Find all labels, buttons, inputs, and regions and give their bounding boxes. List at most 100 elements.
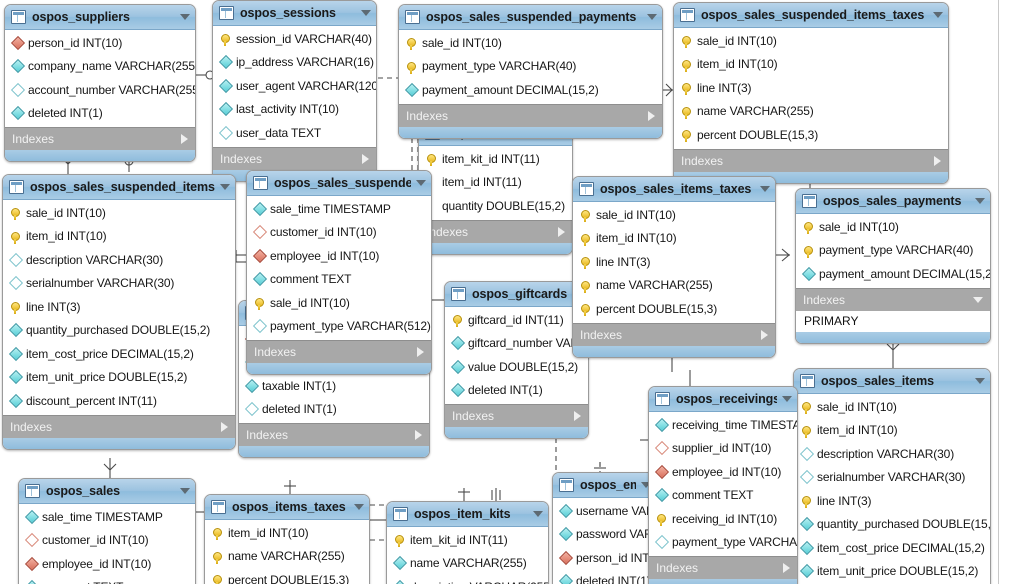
chevron-down-icon[interactable] (354, 504, 364, 510)
chevron-down-icon[interactable] (760, 186, 770, 192)
column-row[interactable]: sale_id INT(10) (796, 215, 990, 239)
chevron-down-icon[interactable] (975, 378, 985, 384)
column-row[interactable]: comment TEXT (19, 576, 195, 584)
table-ospos_sessions[interactable]: ospos_sessions session_id VARCHAR(40) ip_a… (212, 0, 377, 182)
column-row[interactable]: percent DOUBLE(15,3) (573, 297, 775, 321)
column-row[interactable]: giftcard_number VARC (445, 332, 588, 356)
column-row[interactable]: serialnumber VARCHAR(30) (3, 272, 235, 296)
table-header-ospos_sales_suspended_items[interactable]: ospos_sales_suspended_items (3, 175, 235, 200)
indexes-section-toggle[interactable]: Indexes (3, 414, 235, 438)
table-ospos_suppliers[interactable]: ospos_suppliers person_id INT(10) company_… (4, 4, 196, 162)
column-row[interactable]: line INT(3) (3, 295, 235, 319)
column-row[interactable]: item_id INT(10) (205, 521, 369, 545)
chevron-right-icon[interactable] (417, 347, 424, 357)
column-row[interactable]: discount_percent INT(11) (3, 389, 235, 413)
table-ospos_sales_suspended_items[interactable]: ospos_sales_suspended_items sale_id INT(1… (2, 174, 236, 450)
table-ospos_sales_items[interactable]: ospos_sales_items sale_id INT(10) item_id … (793, 368, 991, 584)
chevron-right-icon[interactable] (934, 155, 941, 166)
indexes-section-toggle[interactable]: Indexes (573, 322, 775, 346)
table-header-ospos_giftcards[interactable]: ospos_giftcards (445, 282, 588, 307)
column-row[interactable]: sale_id INT(10) (247, 291, 431, 315)
chevron-right-icon[interactable] (783, 563, 790, 573)
column-row[interactable]: name VARCHAR(255) (387, 552, 548, 576)
column-row[interactable]: item_cost_price DECIMAL(15,2) (3, 342, 235, 366)
column-row[interactable]: quantity_purchased DOUBLE(15,2) (3, 319, 235, 343)
column-row[interactable]: sale_time TIMESTAMP (19, 505, 195, 529)
column-row[interactable]: payment_amount DECIMAL(15,2) (399, 78, 662, 102)
column-row[interactable]: user_agent VARCHAR(120) (213, 74, 376, 98)
column-row[interactable]: sale_id INT(10) (573, 203, 775, 227)
table-ospos_sales_items_taxes[interactable]: ospos_sales_items_taxes sale_id INT(10) it… (572, 176, 776, 358)
column-row[interactable]: line INT(3) (794, 489, 990, 513)
column-row[interactable]: percent DOUBLE(15,3) (205, 568, 369, 584)
column-row[interactable]: payment_amount DECIMAL(15,2) (796, 262, 990, 286)
column-row[interactable]: session_id VARCHAR(40) (213, 27, 376, 51)
chevron-right-icon[interactable] (574, 411, 581, 421)
column-row[interactable]: item_id INT(10) (573, 227, 775, 251)
column-row[interactable]: item_cost_price DECIMAL(15,2) (794, 536, 990, 560)
column-row[interactable]: deleted INT(1) (239, 398, 429, 422)
indexes-section-toggle[interactable]: Indexes (649, 556, 797, 579)
table-header-ospos_sales[interactable]: ospos_sales (19, 479, 195, 504)
column-row[interactable]: person_id INT(10) (5, 31, 195, 55)
column-row[interactable]: taxable INT(1) (239, 374, 429, 398)
column-row[interactable]: value DOUBLE(15,2) (445, 355, 588, 379)
column-row[interactable]: item_id INT(11) (419, 171, 572, 195)
column-row[interactable]: giftcard_id INT(11) (445, 308, 588, 332)
column-row[interactable]: name VARCHAR(255) (573, 274, 775, 298)
column-row[interactable]: sale_time TIMESTAMP (247, 197, 431, 221)
table-ospos_sales_suspended_items_taxes[interactable]: ospos_sales_suspended_items_taxes sale_id… (673, 2, 949, 184)
table-ospos_receivings[interactable]: ospos_receivings receiving_time TIMESTAM s… (648, 386, 798, 584)
column-row[interactable]: account_number VARCHAR(255) (5, 78, 195, 102)
column-row[interactable]: employee_id INT(10) (19, 552, 195, 576)
table-header-ospos_sales_suspended[interactable]: ospos_sales_suspended (247, 171, 431, 196)
table-ospos_employees[interactable]: ospos_empl username VARC password VARC pers… (552, 472, 657, 584)
chevron-down-icon[interactable] (416, 180, 426, 186)
table-header-ospos_items_taxes[interactable]: ospos_items_taxes (205, 495, 369, 520)
column-row[interactable]: percent DOUBLE(15,3) (674, 123, 948, 147)
column-row[interactable]: company_name VARCHAR(255) (5, 55, 195, 79)
indexes-section-toggle[interactable]: Indexes (239, 423, 429, 446)
column-row[interactable]: ip_address VARCHAR(16) (213, 51, 376, 75)
chevron-down-icon[interactable] (180, 488, 190, 494)
column-row[interactable]: receiving_time TIMESTAM (649, 413, 797, 437)
indexes-section-toggle[interactable]: Indexes (445, 404, 588, 427)
column-row[interactable]: line INT(3) (674, 76, 948, 100)
chevron-right-icon[interactable] (181, 134, 188, 144)
indexes-section-toggle[interactable]: Indexes (674, 148, 948, 172)
column-row[interactable]: person_id INT(10 (553, 546, 656, 570)
column-row[interactable]: customer_id INT(10) (19, 529, 195, 553)
indexes-section-toggle[interactable]: Indexes (213, 146, 376, 170)
column-row[interactable]: last_activity INT(10) (213, 98, 376, 122)
indexes-section-toggle[interactable]: Indexes (5, 127, 195, 150)
column-row[interactable]: employee_id INT(10) (649, 460, 797, 484)
chevron-down-icon[interactable] (220, 184, 230, 190)
chevron-down-icon[interactable] (975, 198, 985, 204)
column-row[interactable]: sale_id INT(10) (3, 201, 235, 225)
column-row[interactable]: name VARCHAR(255) (205, 545, 369, 569)
chevron-right-icon[interactable] (558, 226, 565, 237)
table-header-ospos_sales_items[interactable]: ospos_sales_items (794, 369, 990, 394)
column-row[interactable]: comment TEXT (649, 484, 797, 508)
column-row[interactable]: employee_id INT(10) (247, 244, 431, 268)
chevron-right-icon[interactable] (362, 153, 369, 164)
indexes-section-toggle[interactable]: Indexes (796, 287, 990, 311)
chevron-down-icon[interactable] (533, 511, 543, 517)
column-row[interactable]: description VARCHAR(30) (794, 442, 990, 466)
column-row[interactable]: deleted INT(1) (5, 102, 195, 126)
table-header-ospos_employees[interactable]: ospos_empl (553, 473, 656, 498)
column-row[interactable]: payment_type VARCHAR(512) (247, 315, 431, 339)
table-ospos_giftcards[interactable]: ospos_giftcards giftcard_id INT(11) giftca… (444, 281, 589, 439)
column-row[interactable]: customer_id INT(10) (247, 221, 431, 245)
table-ospos_items_taxes[interactable]: ospos_items_taxes item_id INT(10) name VAR… (204, 494, 370, 584)
column-row[interactable]: supplier_id INT(10) (649, 437, 797, 461)
chevron-down-icon[interactable] (933, 12, 943, 18)
table-header-ospos_sales_suspended_payments[interactable]: ospos_sales_suspended_payments (399, 5, 662, 30)
table-header-ospos_sales_suspended_items_taxes[interactable]: ospos_sales_suspended_items_taxes (674, 3, 948, 28)
table-header-ospos_receivings[interactable]: ospos_receivings (649, 387, 797, 412)
column-row[interactable]: item_kit_id INT(11) (419, 147, 572, 171)
chevron-down-icon[interactable] (180, 14, 190, 20)
chevron-right-icon[interactable] (221, 421, 228, 432)
column-row[interactable]: quantity_purchased DOUBLE(15,2) (794, 513, 990, 537)
table-ospos_item_kit_items[interactable]: ospos_item_kit_itemsitem_kit_id INT(11)i… (418, 120, 573, 255)
